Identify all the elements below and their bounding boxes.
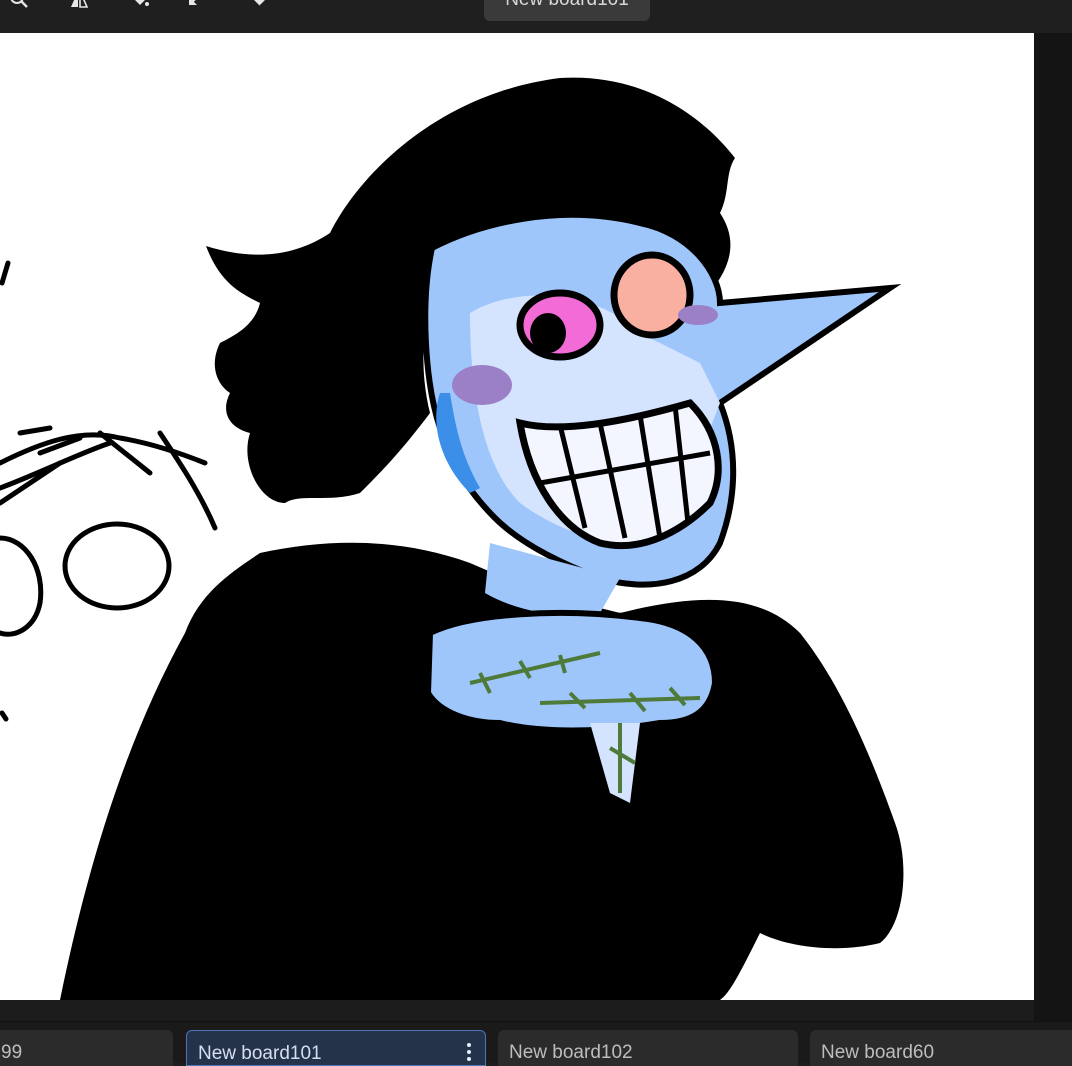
- hands: [424, 610, 719, 734]
- fill-tool-button[interactable]: [127, 0, 153, 12]
- eraser-icon: [252, 0, 265, 7]
- drawing-stage: [0, 33, 1072, 1021]
- board-title-chip[interactable]: New board101: [484, 0, 650, 21]
- board-tab-label: New board60: [821, 1042, 935, 1063]
- board-title: New board101: [505, 0, 629, 10]
- right-rail: [1034, 33, 1072, 1021]
- flip-tool-button[interactable]: [66, 0, 92, 12]
- shrink-arrow-icon: [189, 0, 197, 5]
- drawing-artwork: [0, 77, 904, 1000]
- body: [60, 542, 904, 1000]
- top-toolbar: New board101: [0, 0, 1072, 34]
- board-tab-label: 99: [1, 1042, 23, 1063]
- more-vertical-icon[interactable]: [467, 1043, 471, 1061]
- flip-icon: [71, 0, 89, 8]
- board-tab-label: New board102: [509, 1042, 633, 1063]
- search-tool-button[interactable]: [6, 0, 32, 12]
- eraser-tool-button[interactable]: [246, 0, 272, 12]
- shrink-tool-button[interactable]: [182, 0, 208, 12]
- paint-bucket-icon: [135, 0, 149, 6]
- search-icon: [10, 0, 28, 8]
- drawing-canvas[interactable]: [0, 33, 1034, 1000]
- board-strip: 99 New board101 New board102 New board60: [0, 1021, 1072, 1066]
